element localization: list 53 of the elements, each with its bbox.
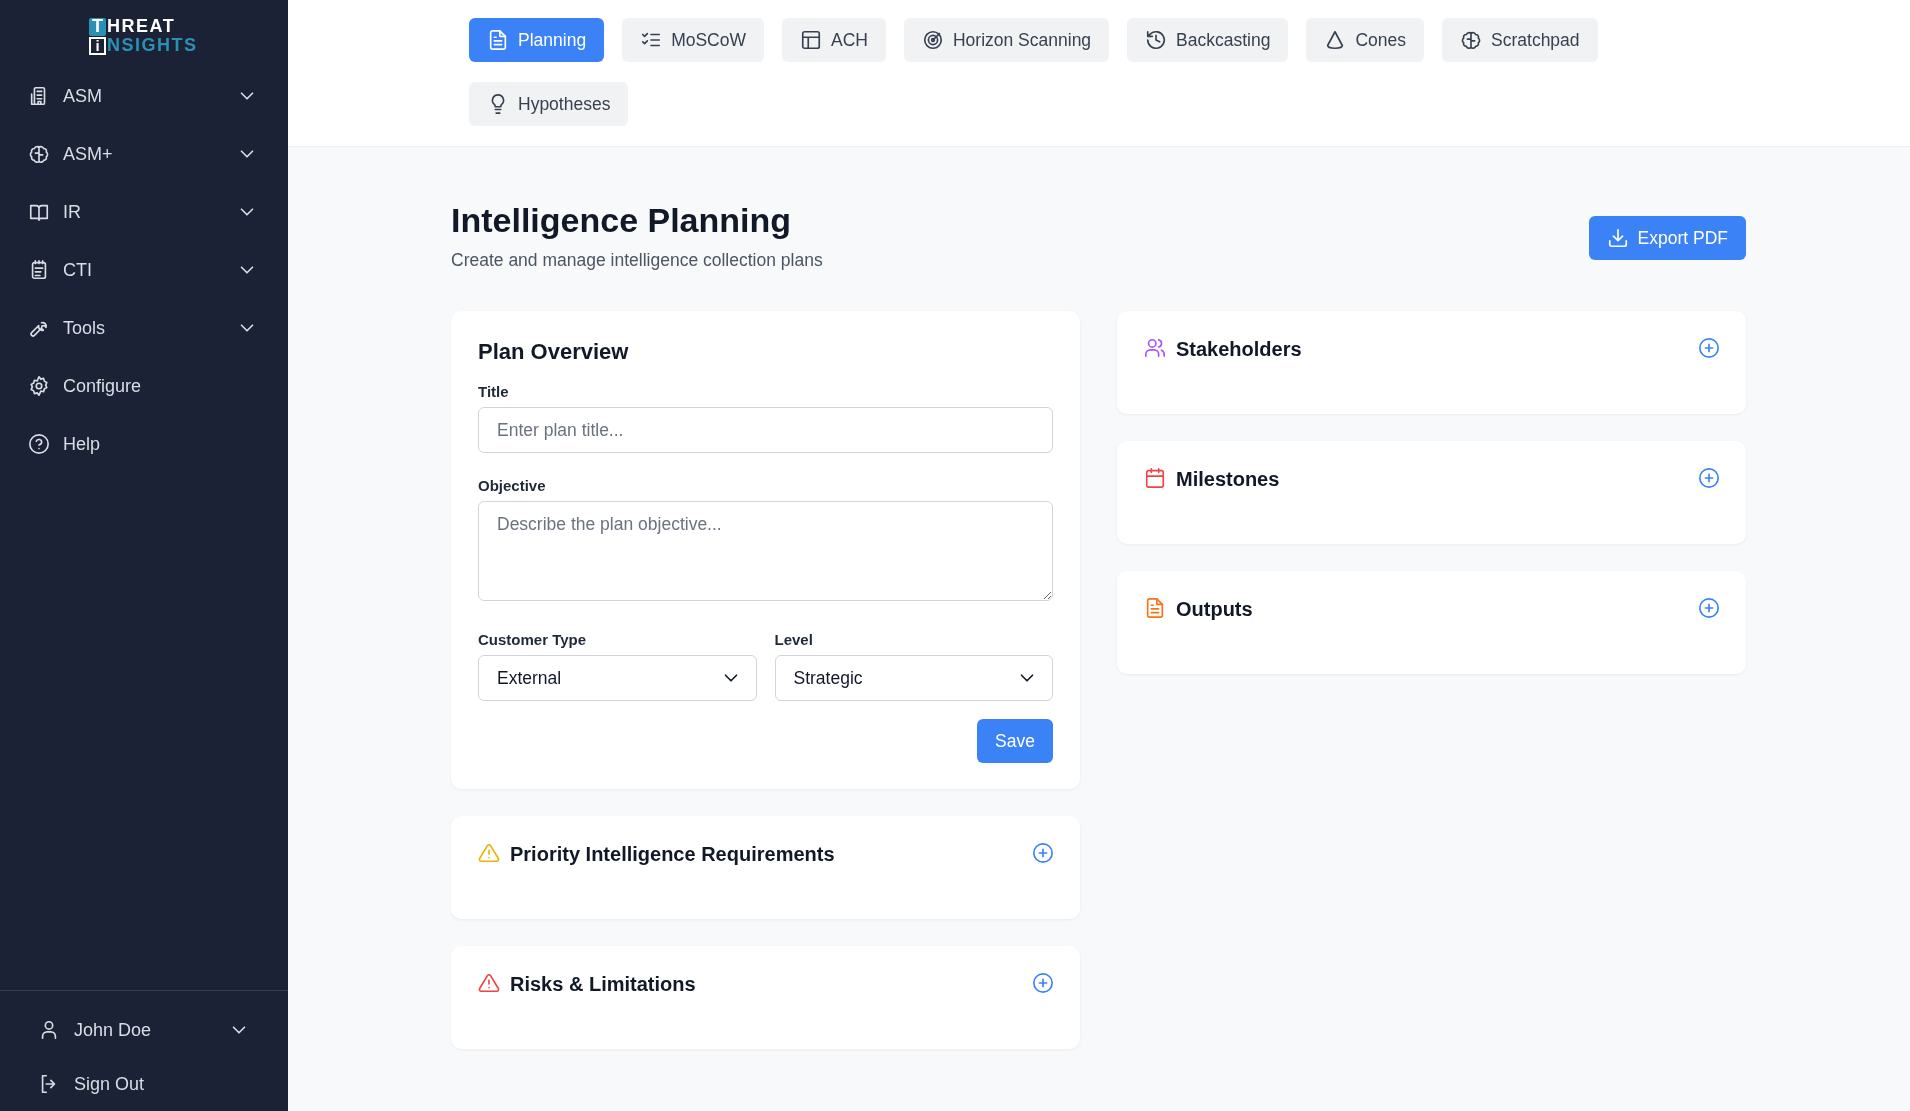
section-title: Milestones bbox=[1176, 467, 1281, 491]
add-icon bbox=[1032, 972, 1054, 994]
help-icon bbox=[28, 433, 50, 455]
tab[interactable]: Backcasting bbox=[1127, 18, 1289, 62]
sidebar-item[interactable]: ASM+ bbox=[0, 125, 288, 183]
table-icon bbox=[800, 29, 822, 51]
customer-type-dropdown[interactable]: External bbox=[478, 655, 757, 701]
section-title: Outputs bbox=[1176, 597, 1254, 621]
add-icon bbox=[1698, 467, 1720, 489]
sign-out-link[interactable]: Sign Out bbox=[0, 1057, 288, 1111]
card-title: Plan Overview bbox=[478, 339, 630, 365]
field-label: Customer Type bbox=[478, 631, 588, 648]
sidebar-item[interactable]: Tools bbox=[0, 299, 288, 357]
page-title: Intelligence Planning bbox=[451, 201, 793, 240]
tab[interactable]: Horizon Scanning bbox=[903, 18, 1110, 62]
field-label: Title bbox=[478, 383, 510, 400]
add-button[interactable] bbox=[1032, 842, 1054, 864]
user-menu[interactable]: John Doe bbox=[0, 1003, 288, 1057]
add-button[interactable] bbox=[1698, 467, 1720, 489]
sidebar-item[interactable]: Configure bbox=[0, 357, 288, 415]
tab[interactable]: ACH bbox=[782, 18, 886, 62]
add-button[interactable] bbox=[1698, 597, 1720, 619]
export-pdf-button[interactable]: Export PDF bbox=[1588, 216, 1746, 260]
history-icon bbox=[1145, 29, 1168, 51]
add-button[interactable] bbox=[1032, 972, 1054, 994]
tab[interactable]: MoSCoW bbox=[622, 18, 764, 62]
save-button[interactable]: Save bbox=[977, 719, 1053, 763]
section-title: Risks & Limitations bbox=[510, 972, 697, 996]
sidebar-item[interactable]: CTI bbox=[0, 241, 288, 299]
download-icon bbox=[1606, 227, 1629, 249]
field-label: Objective bbox=[478, 477, 547, 494]
sidebar-item[interactable]: Help bbox=[0, 415, 288, 473]
section-title: Priority Intelligence Requirements bbox=[510, 842, 836, 866]
add-icon bbox=[1032, 842, 1054, 864]
section-title: Stakeholders bbox=[1176, 337, 1303, 361]
logo: T HREAT i NSIGHTS bbox=[89, 17, 199, 55]
sidebar-item[interactable]: ASM bbox=[0, 67, 288, 125]
add-icon bbox=[1698, 597, 1720, 619]
field-label: Level bbox=[774, 631, 814, 648]
level-dropdown[interactable]: Strategic bbox=[774, 655, 1053, 701]
add-icon bbox=[1698, 337, 1720, 359]
tab[interactable]: Scratchpad bbox=[1442, 18, 1598, 62]
title-input-field[interactable]: Enter plan title... bbox=[478, 407, 1053, 453]
objective-text-area[interactable]: Describe the plan objective... bbox=[478, 501, 1053, 601]
radar-icon bbox=[921, 29, 944, 51]
settings-icon bbox=[28, 375, 50, 397]
tab[interactable]: Hypotheses bbox=[469, 82, 629, 126]
sidebar-item[interactable]: IR bbox=[0, 183, 288, 241]
tab[interactable]: Cones bbox=[1306, 18, 1425, 62]
tab[interactable]: Planning bbox=[469, 18, 605, 62]
page-subtitle: Create and manage intelligence collection plans bbox=[451, 250, 823, 271]
add-button[interactable] bbox=[1698, 337, 1720, 359]
document-icon bbox=[487, 29, 509, 51]
